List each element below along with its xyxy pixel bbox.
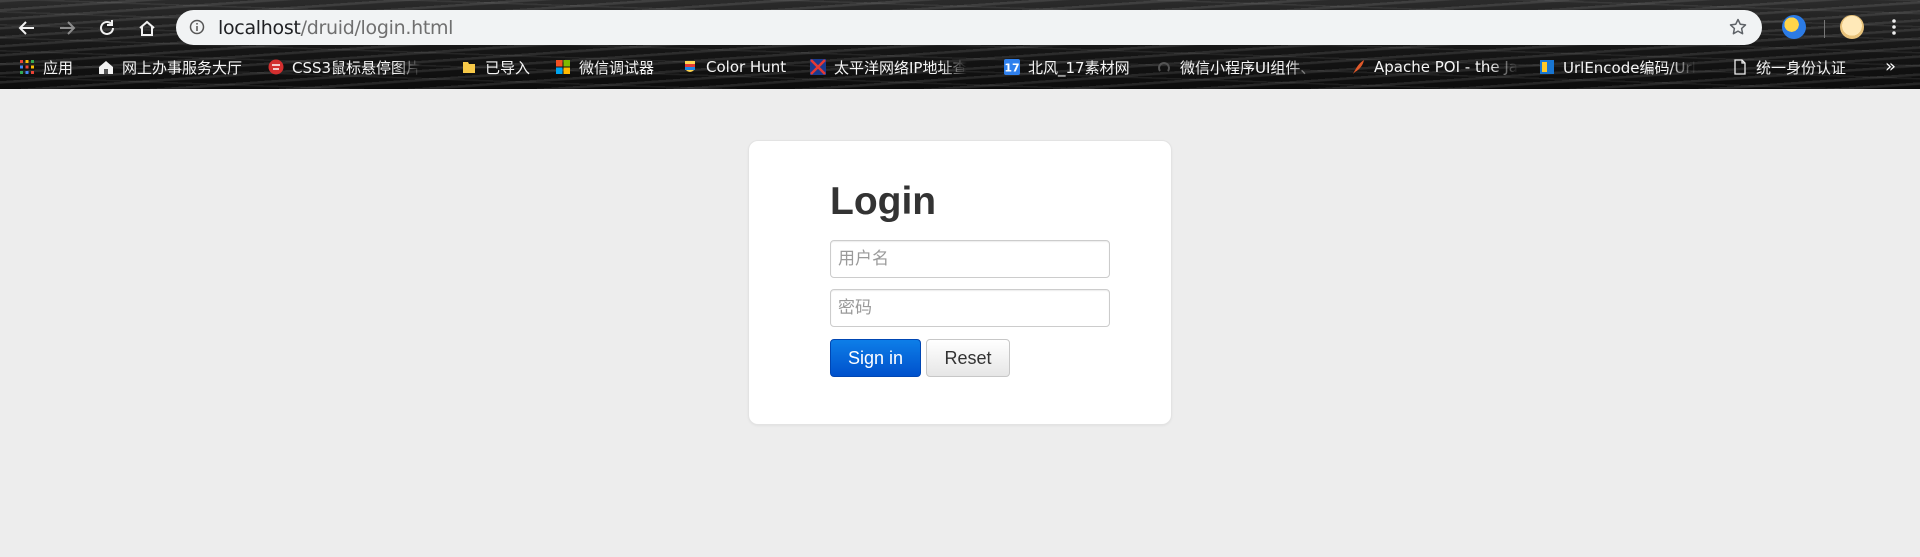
- more-bookmarks-chevron-icon[interactable]: »: [1885, 56, 1896, 77]
- bookmark-label: UrlEncode编码/Url: [1563, 58, 1696, 77]
- bookmark-label: 微信小程序UI组件、: [1180, 58, 1316, 77]
- bookmark-label: Color Hunt: [706, 58, 787, 76]
- username-input[interactable]: [830, 240, 1110, 278]
- bookmark-wechat-miniprogram-ui[interactable]: 微信小程序UI组件、: [1156, 56, 1326, 78]
- arrow-left-icon: [18, 21, 34, 35]
- bookmark-label: 应用: [43, 58, 74, 77]
- login-title: Login: [830, 180, 937, 223]
- bookmark-service-hall[interactable]: 网上办事服务大厅: [98, 56, 242, 78]
- star-icon[interactable]: [1728, 17, 1748, 37]
- url-text[interactable]: localhost/druid/login.html: [218, 17, 453, 39]
- bookmark-label: 统一身份认证: [1756, 58, 1847, 77]
- weixin-icon: [1156, 59, 1172, 75]
- password-input[interactable]: [830, 289, 1110, 327]
- url-host: localhost: [218, 17, 301, 39]
- urlencode-icon: [1539, 59, 1555, 75]
- page-icon: [1732, 59, 1748, 75]
- bookmark-urlencode[interactable]: UrlEncode编码/Url: [1539, 56, 1699, 78]
- bookmark-label: CSS3鼠标悬停图片: [292, 58, 422, 77]
- bookmark-label: 太平洋网络IP地址查: [834, 58, 968, 77]
- bookmark-color-hunt[interactable]: Color Hunt: [682, 56, 786, 78]
- profile-avatar-icon[interactable]: [1840, 15, 1864, 39]
- arrow-right-icon: [60, 21, 76, 35]
- bookmarks-bar: 应用 网上办事服务大厅 CSS3鼠标悬停图片 已导入 微信调试器 Color H…: [0, 52, 1920, 82]
- bookmark-label: 网上办事服务大厅: [122, 58, 243, 77]
- sign-in-button[interactable]: Sign in: [830, 339, 921, 377]
- bookmark-wechat-debugger[interactable]: 微信调试器: [555, 56, 654, 78]
- info-icon[interactable]: [189, 19, 205, 35]
- number-17-icon: 17: [1004, 59, 1020, 75]
- house-icon: [98, 59, 114, 75]
- back-button[interactable]: [12, 13, 42, 43]
- svg-text:17: 17: [1004, 62, 1019, 75]
- windows-logo-icon: [555, 59, 571, 75]
- pconline-icon: [810, 59, 826, 75]
- bookmark-unified-auth[interactable]: 统一身份认证: [1732, 56, 1846, 78]
- folder-icon: [461, 59, 477, 75]
- bookmark-apps[interactable]: 应用: [19, 56, 73, 78]
- reset-button[interactable]: Reset: [926, 339, 1010, 377]
- bookmark-pconline-ip[interactable]: 太平洋网络IP地址查: [810, 56, 982, 78]
- bookmark-imported[interactable]: 已导入: [461, 56, 530, 78]
- feather-icon: [1350, 59, 1366, 75]
- bookmark-17sucai[interactable]: 17 北风_17素材网: [1004, 56, 1130, 78]
- apps-grid-icon: [19, 59, 35, 75]
- home-button[interactable]: [132, 13, 162, 43]
- colorhunt-icon: [682, 59, 698, 75]
- bookmark-apache-poi[interactable]: Apache POI - the Ja: [1350, 56, 1520, 78]
- browser-chrome: localhost/druid/login.html 应用 网上办事服务大厅 C…: [0, 0, 1920, 89]
- more-vert-icon[interactable]: [1884, 17, 1904, 37]
- bookmark-css3-hover[interactable]: CSS3鼠标悬停图片: [268, 56, 436, 78]
- forward-button[interactable]: [52, 13, 82, 43]
- bookmark-label: 已导入: [485, 58, 531, 77]
- home-icon: [139, 20, 155, 36]
- login-card: Login Sign in Reset: [748, 140, 1172, 425]
- extension-icon[interactable]: [1782, 15, 1806, 39]
- bookmark-label: 微信调试器: [579, 58, 655, 77]
- css-icon: [268, 59, 284, 75]
- bookmark-label: 北风_17素材网: [1028, 58, 1130, 77]
- bookmark-label: Apache POI - the Ja: [1374, 58, 1518, 76]
- reload-button[interactable]: [92, 13, 122, 43]
- toolbar-separator: [1824, 20, 1825, 38]
- reload-icon: [100, 20, 114, 35]
- address-bar[interactable]: localhost/druid/login.html: [176, 10, 1762, 45]
- browser-toolbar: localhost/druid/login.html: [0, 9, 1920, 46]
- url-path: /druid/login.html: [300, 17, 454, 39]
